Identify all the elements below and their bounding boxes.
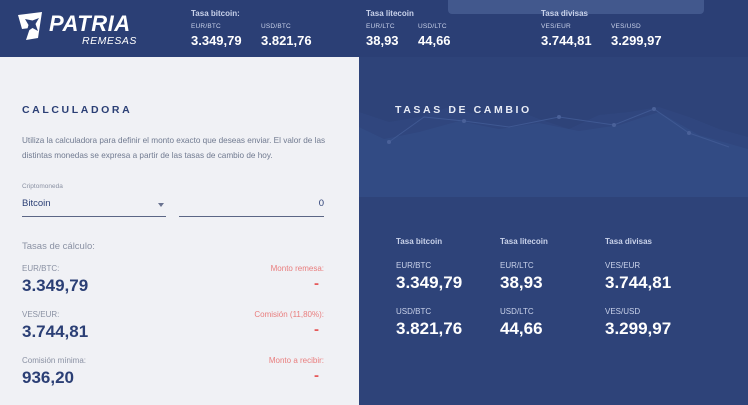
exchange-group-litecoin: Tasa litecoin EUR/LTC 38,93 USD/LTC 44,6… bbox=[500, 237, 600, 338]
logo-mark-icon bbox=[18, 12, 42, 40]
header-rate-bitcoin: Tasa bitcoin: EUR/BTC 3.349,79 USD/BTC 3… bbox=[191, 9, 312, 48]
exchange-pair-value: 3.299,97 bbox=[605, 319, 672, 338]
result-label: Monto remesa: bbox=[270, 264, 324, 273]
header-pair-value: 3.349,79 bbox=[191, 33, 242, 48]
header-pair-value: 38,93 bbox=[366, 33, 399, 48]
exchange-pair-label: VES/USD bbox=[605, 307, 641, 316]
crypto-selected-value: Bitcoin bbox=[22, 198, 51, 209]
exchange-title: TASAS DE CAMBIO bbox=[395, 104, 532, 116]
header-pair-label: VES/USD bbox=[611, 23, 641, 30]
calculator-description: Utiliza la calculadora para definir el m… bbox=[22, 136, 326, 160]
result-value: - bbox=[314, 367, 319, 384]
exchange-pair-label: USD/LTC bbox=[500, 307, 534, 316]
rate-value: 3.349,79 bbox=[22, 276, 89, 295]
exchange-pair-value: 3.821,76 bbox=[396, 319, 463, 338]
exchange-group-title: Tasa divisas bbox=[605, 237, 652, 246]
exchange-pair-label: USD/BTC bbox=[396, 307, 432, 316]
exchange-group-bitcoin: Tasa bitcoin EUR/BTC 3.349,79 USD/BTC 3.… bbox=[396, 237, 496, 338]
crypto-select[interactable]: Bitcoin bbox=[22, 195, 166, 217]
header-pair-value: 3.744,81 bbox=[541, 33, 592, 48]
top-header: PATRIA REMESAS Tasa bitcoin: EUR/BTC 3.3… bbox=[0, 0, 748, 57]
exchange-pair-value: 3.744,81 bbox=[605, 273, 672, 292]
rates-title: Tasas de cálculo: bbox=[22, 241, 95, 252]
result-label: Comisión (11,80%): bbox=[254, 310, 324, 319]
rate-label: Comisión mínima: bbox=[22, 356, 87, 365]
header-pair-value: 3.299,97 bbox=[611, 33, 662, 48]
rate-label: EUR/BTC: bbox=[22, 264, 60, 273]
calculator-title: CALCULADORA bbox=[22, 104, 133, 116]
result-value: - bbox=[314, 321, 319, 338]
header-rate-title: Tasa litecoin bbox=[366, 9, 414, 18]
exchange-pair-value: 44,66 bbox=[500, 319, 543, 338]
result-label: Monto a recibir: bbox=[268, 356, 324, 365]
header-rate-title: Tasa divisas bbox=[541, 9, 588, 18]
amount-value: 0 bbox=[318, 198, 324, 209]
exchange-pair-label: EUR/BTC bbox=[396, 261, 432, 270]
brand-subtitle: REMESAS bbox=[82, 35, 137, 47]
rate-value: 936,20 bbox=[22, 368, 74, 387]
header-pair-value: 3.821,76 bbox=[261, 33, 312, 48]
exchange-pair-value: 38,93 bbox=[500, 273, 543, 292]
exchange-pair-label: EUR/LTC bbox=[500, 261, 534, 270]
amount-input[interactable]: 0 bbox=[179, 195, 324, 217]
exchange-group-title: Tasa bitcoin bbox=[396, 237, 443, 246]
patria-logo[interactable]: PATRIA REMESAS bbox=[16, 10, 136, 50]
header-rate-title: Tasa bitcoin: bbox=[191, 9, 240, 18]
rate-label: VES/EUR: bbox=[22, 310, 60, 319]
exchange-pair-label: VES/EUR bbox=[605, 261, 641, 270]
crypto-label: Criptomoneda bbox=[22, 183, 63, 190]
calculator-panel: CALCULADORA Utiliza la calculadora para … bbox=[0, 57, 359, 405]
exchange-group-title: Tasa litecoin bbox=[500, 237, 548, 246]
header-pair-value: 44,66 bbox=[418, 33, 451, 48]
result-value: - bbox=[314, 275, 319, 292]
header-rate-divisas: Tasa divisas VES/EUR 3.744,81 VES/USD 3.… bbox=[541, 9, 662, 48]
chevron-down-icon bbox=[158, 203, 164, 207]
exchange-group-divisas: Tasa divisas VES/EUR 3.744,81 VES/USD 3.… bbox=[605, 237, 705, 338]
brand-name: PATRIA bbox=[49, 11, 131, 36]
header-rate-litecoin: Tasa litecoin EUR/LTC 38,93 USD/LTC 44,6… bbox=[366, 9, 451, 48]
header-pair-label: EUR/BTC bbox=[191, 23, 221, 30]
exchange-rates-panel: TASAS DE CAMBIO Tasa bitcoin EUR/BTC 3.3… bbox=[359, 57, 748, 405]
header-pair-label: VES/EUR bbox=[541, 23, 571, 30]
rate-value: 3.744,81 bbox=[22, 322, 89, 341]
exchange-pair-value: 3.349,79 bbox=[396, 273, 463, 292]
header-pair-label: USD/BTC bbox=[261, 23, 291, 30]
decorative-chart-background bbox=[359, 107, 748, 197]
header-pair-label: EUR/LTC bbox=[366, 23, 395, 30]
header-pair-label: USD/LTC bbox=[418, 23, 447, 30]
